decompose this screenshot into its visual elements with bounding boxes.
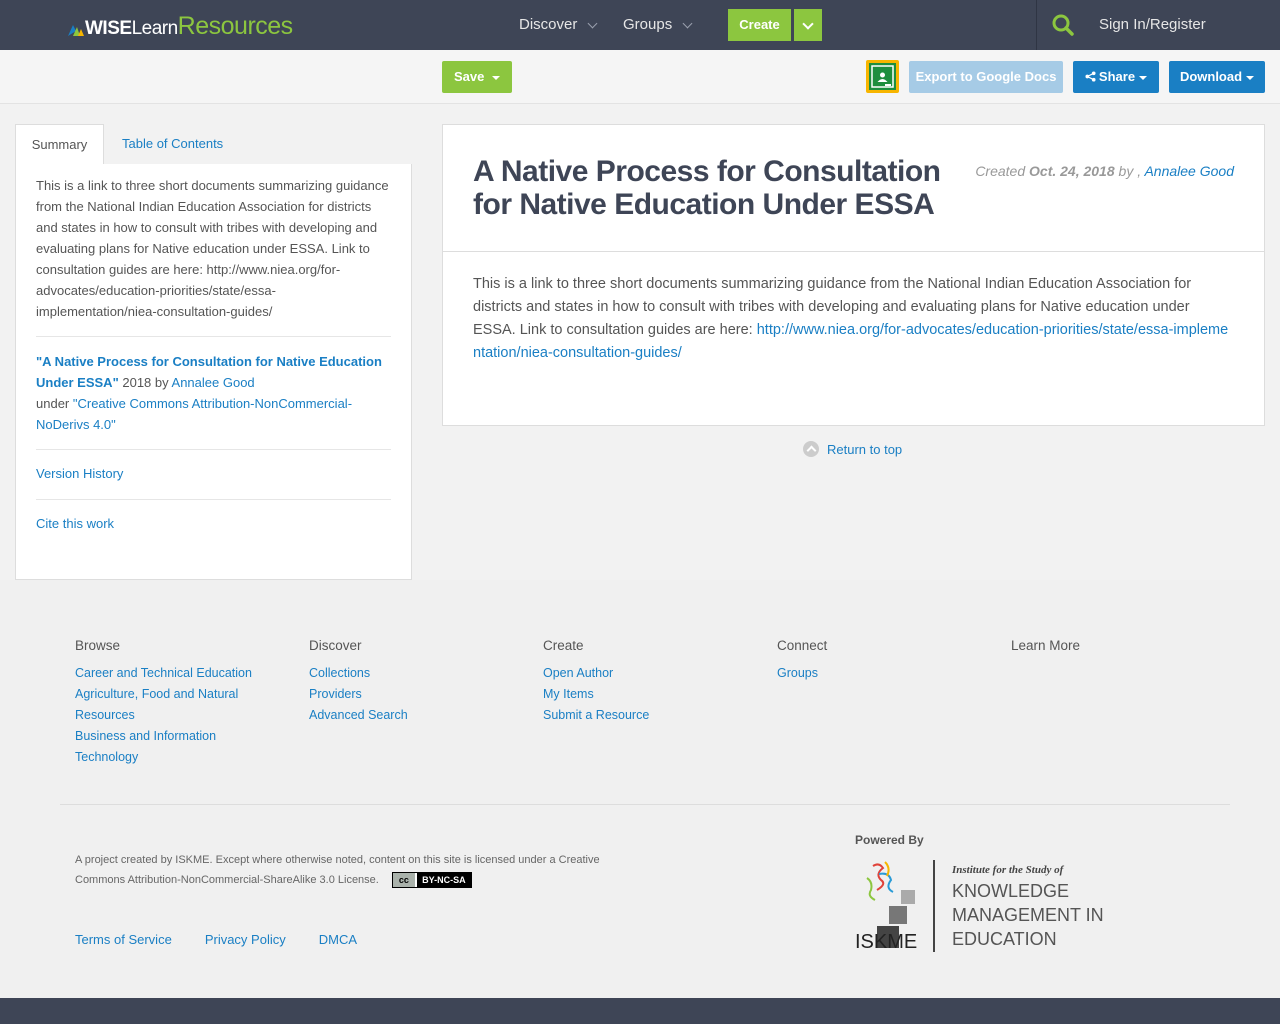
export-to-google-docs-button[interactable]: Export to Google Docs <box>909 61 1063 93</box>
share-icon <box>1085 71 1096 82</box>
privacy-policy-link[interactable]: Privacy Policy <box>205 932 286 947</box>
attribution-year: 2018 by <box>118 375 172 390</box>
nav-groups[interactable]: Groups <box>623 0 693 50</box>
return-to-top-label: Return to top <box>827 441 903 457</box>
save-button-label: Save <box>454 69 485 84</box>
cc-license-badge[interactable]: cc BY-NC-SA <box>391 872 472 889</box>
create-button[interactable]: Create <box>728 9 791 41</box>
footer-col-connect: Connect Groups <box>777 638 997 684</box>
attribution-under: under <box>36 396 73 411</box>
footer-heading: Connect <box>777 638 828 653</box>
wiselearn-logo[interactable]: WISE Learn Resources <box>68 12 294 40</box>
footer-link[interactable]: Agriculture, Food and Natural Resources <box>75 684 265 726</box>
logo-wise-text: WISE <box>85 18 132 39</box>
created-date: Oct. 24, 2018 <box>1029 163 1115 179</box>
footer-heading: Discover <box>309 638 362 653</box>
license-notice: A project created by ISKME. Except where… <box>75 850 635 890</box>
arrow-up-circle-icon <box>803 441 819 457</box>
footer-legal-links: Terms of Service Privacy Policy DMCA <box>75 932 357 947</box>
google-classroom-icon <box>869 63 896 90</box>
resource-main-panel: A Native Process for Consultation for Na… <box>442 124 1265 426</box>
footer-col-browse: Browse Career and Technical Education Ag… <box>75 638 265 768</box>
iskme-line1: KNOWLEDGE <box>952 881 1069 901</box>
version-history-link[interactable]: Version History <box>36 466 123 481</box>
download-button[interactable]: Download <box>1169 61 1265 93</box>
license-link[interactable]: "Creative Commons Attribution-NonCommerc… <box>36 396 352 432</box>
nav-divider <box>1036 0 1037 50</box>
sidebar-tabs: Summary Table of Contents <box>15 124 412 165</box>
footer-col-learn-more: Learn More <box>1011 638 1231 663</box>
iskme-abbr: ISKME <box>855 931 917 953</box>
search-icon[interactable] <box>1051 13 1075 37</box>
logo-resources-text: Resources <box>177 12 294 40</box>
footer-heading: Learn More <box>1011 638 1081 653</box>
download-button-label: Download <box>1179 69 1243 84</box>
save-button[interactable]: Save <box>442 61 512 93</box>
footer-divider <box>60 804 1230 805</box>
attribution-author-link[interactable]: Annalee Good <box>172 375 255 390</box>
iskme-line2: MANAGEMENT IN <box>952 905 1104 925</box>
footer-heading: Create <box>543 638 584 653</box>
google-classroom-button[interactable] <box>866 60 899 93</box>
top-navbar: WISE Learn Resources Discover Groups Creat… <box>0 0 1280 50</box>
footer-link[interactable]: My Items <box>543 684 763 705</box>
iskme-line3: EDUCATION <box>952 929 1057 949</box>
license-text: A project created by ISKME. Except where… <box>75 854 600 886</box>
logo-mark-icon <box>68 25 84 36</box>
footer-heading: Browse <box>75 638 121 653</box>
footer-link[interactable]: Career and Technical Education <box>75 663 265 684</box>
caret-down-icon <box>492 75 500 80</box>
footer-link[interactable]: Open Author <box>543 663 763 684</box>
footer-link[interactable]: Providers <box>309 684 529 705</box>
footer-link[interactable]: Advanced Search <box>309 705 529 726</box>
footer-link[interactable]: Groups <box>777 663 997 684</box>
cc-icon: cc <box>392 873 415 888</box>
caret-down-icon <box>1246 75 1255 80</box>
created-by: by , <box>1114 163 1145 179</box>
nav-discover[interactable]: Discover <box>519 0 598 50</box>
nav-discover-label: Discover <box>519 16 578 33</box>
resource-action-bar: Save Export to Google Docs Share Downloa… <box>0 50 1280 104</box>
iskme-institute: Institute for the Study of <box>951 864 1065 876</box>
created-label: Created <box>975 163 1030 179</box>
chevron-down-icon <box>587 18 598 28</box>
powered-by-label: Powered By <box>855 833 924 847</box>
bottom-bar <box>0 998 1280 1024</box>
divider <box>36 336 391 337</box>
sign-in-register-link[interactable]: Sign In/Register <box>1099 0 1206 50</box>
create-dropdown-toggle[interactable] <box>794 9 822 41</box>
chevron-down-icon <box>682 18 693 28</box>
tab-table-of-contents[interactable]: Table of Contents <box>122 124 223 165</box>
return-to-top-link[interactable]: Return to top <box>803 441 902 457</box>
footer-link[interactable]: Submit a Resource <box>543 705 763 726</box>
dmca-link[interactable]: DMCA <box>319 932 357 947</box>
tab-summary[interactable]: Summary <box>15 124 104 165</box>
logo-learn-text: Learn <box>131 18 179 39</box>
nav-groups-label: Groups <box>623 16 673 33</box>
share-button-label: Share <box>1098 69 1136 84</box>
chevron-down-icon <box>802 18 814 30</box>
created-info: Created Oct. 24, 2018 by , Annalee Good <box>975 163 1234 179</box>
page-title: A Native Process for Consultation for Na… <box>473 155 941 221</box>
footer-col-discover: Discover Collections Providers Advanced … <box>309 638 529 726</box>
cite-this-work-link[interactable]: Cite this work <box>36 516 114 531</box>
iskme-logo[interactable]: ISKME Institute for the Study of KNOWLED… <box>855 860 1115 955</box>
share-button[interactable]: Share <box>1073 61 1159 93</box>
terms-of-service-link[interactable]: Terms of Service <box>75 932 172 947</box>
site-footer: Browse Career and Technical Education Ag… <box>0 580 1280 998</box>
resource-description: This is a link to three short documents … <box>473 273 1235 365</box>
attribution-block: "A Native Process for Consultation for N… <box>36 351 391 435</box>
footer-link[interactable]: Business and Information Technology <box>75 726 225 768</box>
summary-text: This is a link to three short documents … <box>36 178 389 319</box>
footer-col-create: Create Open Author My Items Submit a Res… <box>543 638 763 726</box>
divider <box>443 251 1264 252</box>
footer-link[interactable]: Collections <box>309 663 529 684</box>
cc-badge-text: BY-NC-SA <box>416 873 471 888</box>
caret-down-icon <box>1139 75 1148 80</box>
author-link[interactable]: Annalee Good <box>1144 163 1234 179</box>
sidebar-summary-panel: This is a link to three short documents … <box>15 164 412 580</box>
